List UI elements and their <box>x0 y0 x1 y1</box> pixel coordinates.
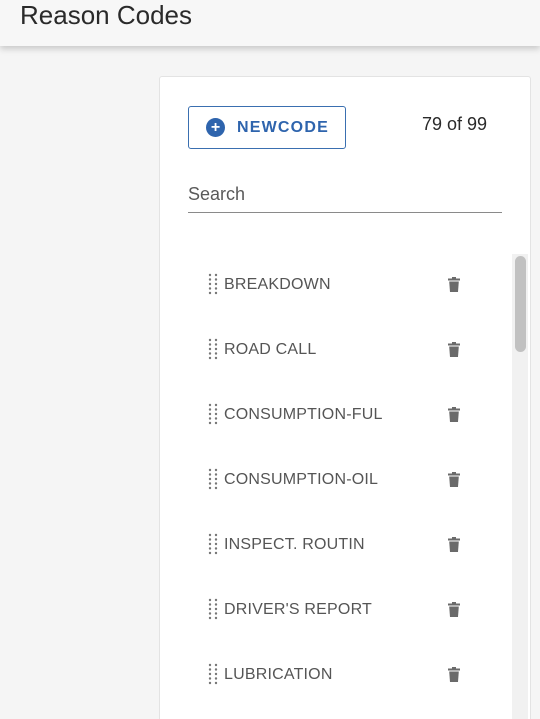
drag-handle-icon[interactable] <box>207 468 219 490</box>
list-item-label: CONSUMPTION-OIL <box>224 471 379 488</box>
trash-icon[interactable] <box>448 407 460 422</box>
drag-handle-icon[interactable] <box>207 403 219 425</box>
drag-handle-icon[interactable] <box>207 338 219 360</box>
app: Reason Codes + NEWCODE 79 of 99 BREAKDOW… <box>0 0 540 719</box>
plus-circle-icon: + <box>206 118 225 137</box>
list-item-label: ROAD CALL <box>224 341 317 358</box>
list-item: DRIVER'S REPORT <box>200 577 500 642</box>
reason-code-list: BREAKDOWN ROAD CALL CONSUMPTION-FUL CONS… <box>200 252 500 707</box>
drag-handle-icon[interactable] <box>207 663 219 685</box>
scrollbar-thumb[interactable] <box>515 256 526 352</box>
list-item: ROAD CALL <box>200 317 500 382</box>
trash-icon[interactable] <box>448 537 460 552</box>
trash-icon[interactable] <box>448 472 460 487</box>
new-code-button-label: NEWCODE <box>237 119 329 136</box>
page-title: Reason Codes <box>20 0 192 30</box>
list-item-label: BREAKDOWN <box>224 276 331 293</box>
list-item-label: CONSUMPTION-FUL <box>224 406 383 423</box>
header-bar: Reason Codes <box>0 0 540 46</box>
new-code-button[interactable]: + NEWCODE <box>188 106 346 149</box>
drag-handle-icon[interactable] <box>207 598 219 620</box>
trash-icon[interactable] <box>448 667 460 682</box>
list-item: INSPECT. ROUTIN <box>200 512 500 577</box>
list-item: LUBRICATION <box>200 642 500 707</box>
list-item-label: INSPECT. ROUTIN <box>224 536 365 553</box>
list-scrollbar[interactable] <box>512 254 528 719</box>
record-count: 79 of 99 <box>422 114 488 134</box>
search-input[interactable] <box>188 177 502 213</box>
drag-handle-icon[interactable] <box>207 273 219 295</box>
list-item: CONSUMPTION-FUL <box>200 382 500 447</box>
trash-icon[interactable] <box>448 277 460 292</box>
drag-handle-icon[interactable] <box>207 533 219 555</box>
reason-codes-panel: + NEWCODE 79 of 99 BREAKDOWN ROAD CALL C… <box>159 76 531 719</box>
list-item-label: DRIVER'S REPORT <box>224 601 373 618</box>
trash-icon[interactable] <box>448 342 460 357</box>
list-item-label: LUBRICATION <box>224 666 333 683</box>
list-item: CONSUMPTION-OIL <box>200 447 500 512</box>
list-item: BREAKDOWN <box>200 252 500 317</box>
trash-icon[interactable] <box>448 602 460 617</box>
